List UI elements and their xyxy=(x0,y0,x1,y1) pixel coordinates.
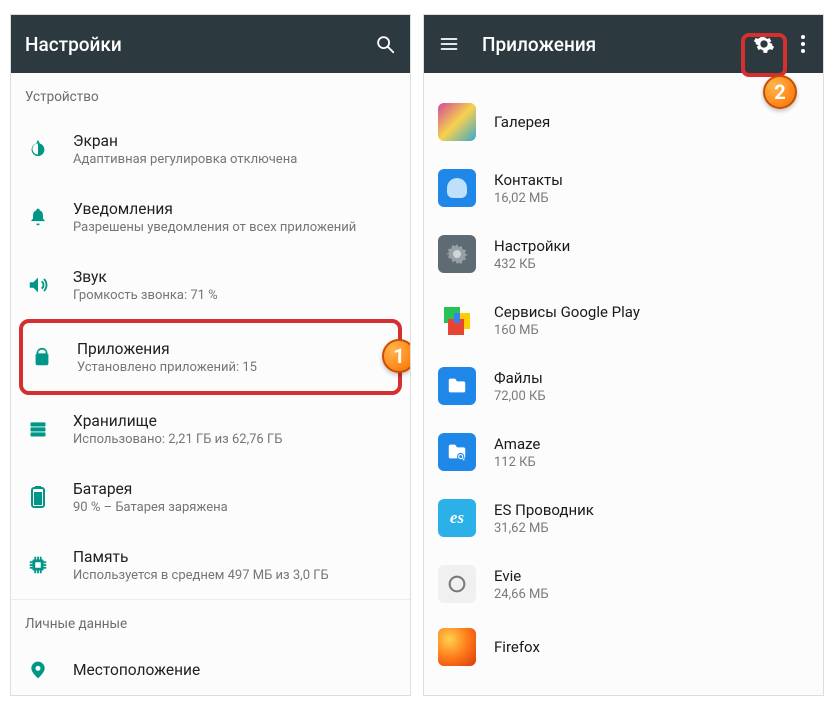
settings-appbar: Настройки xyxy=(11,15,410,73)
row-subtitle: Установлено приложений: 15 xyxy=(77,360,392,375)
settings-row-location[interactable]: Местоположение xyxy=(11,642,410,690)
app-row-firefox[interactable]: Firefox xyxy=(424,617,823,668)
app-name: Amaze xyxy=(494,435,807,453)
app-name: Evie xyxy=(494,567,807,585)
play-services-icon xyxy=(438,301,476,339)
app-row-amaze[interactable]: Amaze 112 КБ xyxy=(424,419,823,485)
settings-row-storage[interactable]: Хранилище Использовано: 2,21 ГБ из 62,76… xyxy=(11,395,410,463)
row-title: Звук xyxy=(73,268,396,286)
app-row-play-services[interactable]: Сервисы Google Play 160 МБ xyxy=(424,287,823,353)
files-icon xyxy=(438,367,476,405)
row-subtitle: 90 % – Батарея заряжена xyxy=(73,500,396,515)
step1-highlight: Приложения Установлено приложений: 15 xyxy=(19,319,402,395)
settings-row-battery[interactable]: Батарея 90 % – Батарея заряжена xyxy=(11,463,410,531)
app-name: Галерея xyxy=(494,113,807,131)
location-icon xyxy=(25,657,51,683)
contacts-icon xyxy=(438,169,476,207)
apps-appbar: Приложения xyxy=(424,15,823,73)
settings-content[interactable]: Устройство Экран Адаптивная регулировка … xyxy=(11,73,410,695)
amaze-icon xyxy=(438,433,476,471)
bell-icon xyxy=(25,204,51,230)
es-explorer-icon: es xyxy=(438,499,476,537)
app-row-contacts[interactable]: Контакты 16,02 МБ xyxy=(424,155,823,221)
row-title: Хранилище xyxy=(73,412,396,430)
section-device: Устройство xyxy=(11,73,410,115)
apps-screen: Приложения 2 Галерея Контакты 16,02 xyxy=(423,14,824,696)
app-row-gallery[interactable]: Галерея xyxy=(424,89,823,155)
app-size: 24,66 МБ xyxy=(494,587,807,602)
display-icon xyxy=(25,136,51,162)
row-subtitle: Адаптивная регулировка отключена xyxy=(73,152,396,167)
settings-row-notifications[interactable]: Уведомления Разрешены уведомления от все… xyxy=(11,183,410,251)
dual-screenshot-container: Настройки Устройство Экран Адаптивная ре… xyxy=(0,0,834,710)
app-name: ES Проводник xyxy=(494,501,807,519)
apps-title: Приложения xyxy=(482,33,731,56)
app-name: Контакты xyxy=(494,171,807,189)
settings-row-memory[interactable]: Память Используется в среднем 497 МБ из … xyxy=(11,531,410,599)
memory-icon xyxy=(25,552,51,578)
menu-icon[interactable] xyxy=(438,33,460,55)
row-title: Приложения xyxy=(77,340,392,358)
evie-icon xyxy=(438,565,476,603)
app-row-es-explorer[interactable]: es ES Проводник 31,62 МБ xyxy=(424,485,823,551)
settings-row-sound[interactable]: Звук Громкость звонка: 71 % xyxy=(11,251,410,319)
row-title: Экран xyxy=(73,132,396,150)
settings-row-apps[interactable]: Приложения Установлено приложений: 15 xyxy=(23,323,398,391)
apps-icon xyxy=(29,344,55,370)
row-subtitle: Громкость звонка: 71 % xyxy=(73,288,396,303)
settings-title: Настройки xyxy=(25,33,352,56)
row-subtitle: Использовано: 2,21 ГБ из 62,76 ГБ xyxy=(73,432,396,447)
row-title: Батарея xyxy=(73,480,396,498)
app-size: 160 МБ xyxy=(494,323,807,338)
app-size: 16,02 МБ xyxy=(494,191,807,206)
battery-icon xyxy=(25,484,51,510)
app-size: 72,00 КБ xyxy=(494,389,807,404)
step-badge-1: 1 xyxy=(382,339,411,373)
sound-icon xyxy=(25,272,51,298)
row-title: Уведомления xyxy=(73,200,396,218)
row-subtitle: Разрешены уведомления от всех приложений xyxy=(73,220,396,235)
row-title: Память xyxy=(73,548,396,566)
app-name: Файлы xyxy=(494,369,807,387)
app-name: Firefox xyxy=(494,638,807,656)
settings-row-display[interactable]: Экран Адаптивная регулировка отключена xyxy=(11,115,410,183)
settings-app-icon xyxy=(438,235,476,273)
gear-icon[interactable] xyxy=(753,33,775,55)
row-subtitle: Используется в среднем 497 МБ из 3,0 ГБ xyxy=(73,568,396,583)
settings-screen: Настройки Устройство Экран Адаптивная ре… xyxy=(10,14,411,696)
apps-list[interactable]: Галерея Контакты 16,02 МБ Настройки 432 … xyxy=(424,73,823,695)
search-icon[interactable] xyxy=(374,33,396,55)
row-title: Местоположение xyxy=(73,661,396,679)
app-row-settings[interactable]: Настройки 432 КБ xyxy=(424,221,823,287)
app-name: Сервисы Google Play xyxy=(494,303,807,321)
app-row-evie[interactable]: Evie 24,66 МБ xyxy=(424,551,823,617)
app-size: 112 КБ xyxy=(494,455,807,470)
section-personal: Личные данные xyxy=(11,599,410,642)
more-icon[interactable] xyxy=(797,33,809,55)
gallery-icon xyxy=(438,103,476,141)
app-size: 31,62 МБ xyxy=(494,521,807,536)
app-size: 432 КБ xyxy=(494,257,807,272)
firefox-icon xyxy=(438,628,476,666)
storage-icon xyxy=(25,416,51,442)
step-badge-2: 2 xyxy=(763,75,797,109)
app-row-files[interactable]: Файлы 72,00 КБ xyxy=(424,353,823,419)
app-name: Настройки xyxy=(494,237,807,255)
